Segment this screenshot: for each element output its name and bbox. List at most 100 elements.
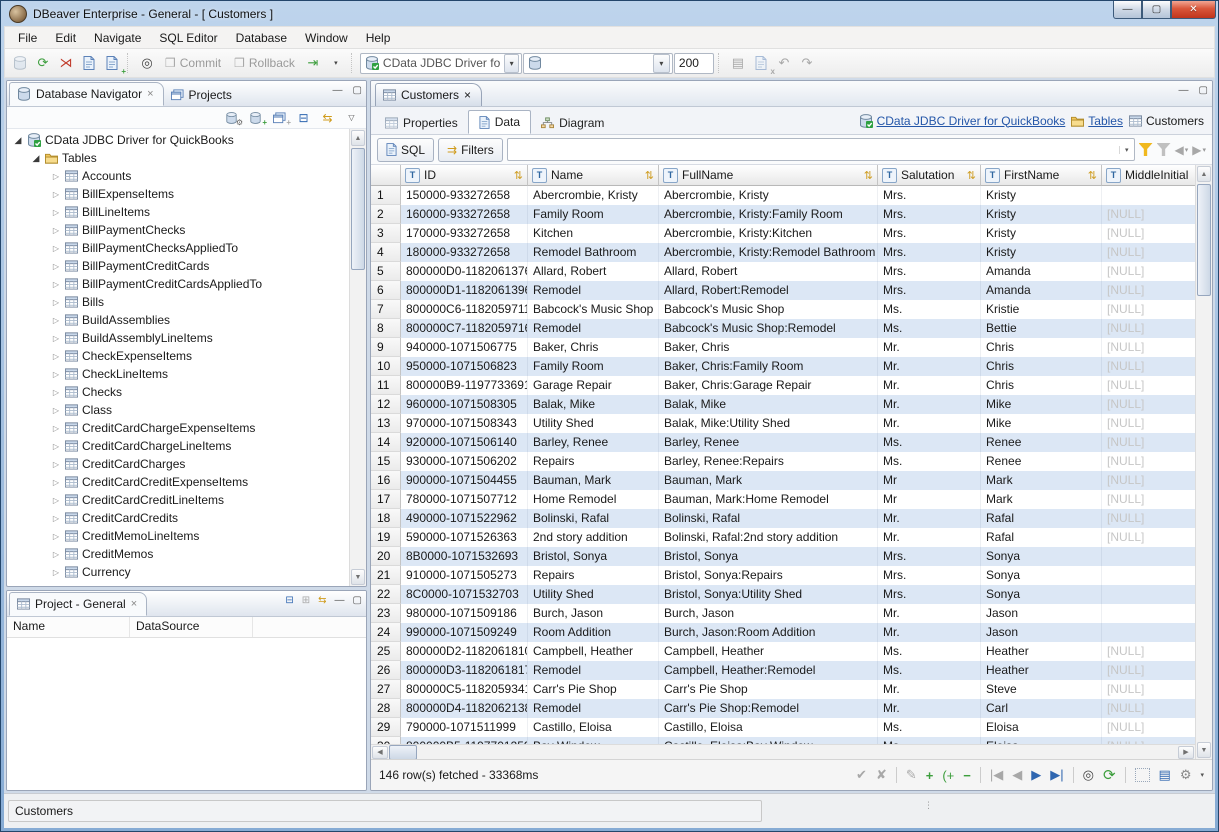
cell-middleinitial[interactable] [1102, 623, 1195, 642]
redo-icon[interactable]: ↷ [796, 52, 818, 74]
tree-node-connection[interactable]: ◢ CData JDBC Driver for QuickBooks [7, 131, 349, 149]
cell-salutation[interactable]: Mr. [878, 604, 981, 623]
tab-database-navigator[interactable]: Database Navigator × [9, 82, 164, 106]
cell-firstname[interactable]: Kristie [981, 300, 1102, 319]
cell-name[interactable]: Utility Shed [528, 585, 659, 604]
tree-node-table[interactable]: ▷ Currency [7, 563, 349, 581]
new-sql-editor-icon[interactable]: + [101, 52, 123, 74]
search-icon[interactable]: ◎ [136, 52, 158, 74]
table-row[interactable]: 9 940000-1071506775 Baker, Chris Baker, … [371, 338, 1195, 357]
tree-node-table[interactable]: ▷ BillPaymentChecksAppliedTo [7, 239, 349, 257]
cell-salutation[interactable]: Mr [878, 490, 981, 509]
cell-fullname[interactable]: Baker, Chris:Family Room [659, 357, 878, 376]
filters-button[interactable]: ⇉ Filters [438, 138, 503, 162]
row-number-cell[interactable]: 12 [371, 395, 401, 414]
cell-id[interactable]: 790000-1071511999 [401, 718, 528, 737]
sort-icon[interactable]: ⇅ [967, 169, 976, 182]
cell-name[interactable]: Remodel [528, 281, 659, 300]
table-row[interactable]: 14 920000-1071506140 Barley, Renee Barle… [371, 433, 1195, 452]
cell-firstname[interactable]: Mike [981, 414, 1102, 433]
cell-id[interactable]: 930000-1071506202 [401, 452, 528, 471]
cell-salutation[interactable]: Mr. [878, 680, 981, 699]
cell-firstname[interactable]: Chris [981, 338, 1102, 357]
tab-customers-editor[interactable]: Customers × [375, 83, 482, 106]
tab-properties[interactable]: Properties [375, 112, 468, 134]
cell-salutation[interactable]: Ms. [878, 319, 981, 338]
cell-salutation[interactable]: Mr. [878, 509, 981, 528]
previous-page-icon[interactable]: ◀ [1012, 767, 1022, 783]
cell-salutation[interactable]: Ms. [878, 737, 981, 744]
edit-cell-icon[interactable]: ✎ [906, 767, 917, 783]
editor-maximize-icon[interactable]: ▢ [1199, 85, 1208, 96]
delete-row-icon[interactable]: − [963, 768, 971, 783]
tree-node-table[interactable]: ▷ CreditMemos [7, 545, 349, 563]
tab-close-icon[interactable]: × [464, 88, 471, 102]
row-number-cell[interactable]: 4 [371, 243, 401, 262]
row-number-cell[interactable]: 18 [371, 509, 401, 528]
cell-fullname[interactable]: Carr's Pie Shop [659, 680, 878, 699]
row-number-cell[interactable]: 3 [371, 224, 401, 243]
cell-middleinitial[interactable]: [NULL] [1102, 718, 1195, 737]
sort-icon[interactable]: ⇅ [864, 169, 873, 182]
expander-icon[interactable]: ◢ [31, 153, 41, 164]
cell-middleinitial[interactable] [1102, 604, 1195, 623]
sort-icon[interactable]: ⇅ [645, 169, 654, 182]
cell-salutation[interactable]: Mrs. [878, 224, 981, 243]
table-row[interactable]: 19 590000-1071526363 2nd story addition … [371, 528, 1195, 547]
table-row[interactable]: 25 800000D2-1182061810 Campbell, Heather… [371, 642, 1195, 661]
menu-item[interactable]: Database [227, 29, 296, 47]
table-row[interactable]: 15 930000-1071506202 Repairs Barley, Ren… [371, 452, 1195, 471]
cell-firstname[interactable]: Kristy [981, 224, 1102, 243]
cell-salutation[interactable]: Mrs. [878, 566, 981, 585]
cell-salutation[interactable]: Mrs. [878, 205, 981, 224]
cell-id[interactable]: 800000C7-1182059716 [401, 319, 528, 338]
cell-firstname[interactable]: Kristy [981, 243, 1102, 262]
cell-firstname[interactable]: Heather [981, 642, 1102, 661]
cell-id[interactable]: 180000-933272658 [401, 243, 528, 262]
tree-node-table[interactable]: ▷ CreditMemoLineItems [7, 527, 349, 545]
collapse-all-icon[interactable]: ⊟ [285, 595, 293, 606]
transaction-mode-icon[interactable]: ⇥ [302, 52, 324, 74]
cell-name[interactable]: Remodel Bathroom [528, 243, 659, 262]
table-row[interactable]: 22 8C0000-1071532703 Utility Shed Bristo… [371, 585, 1195, 604]
history-forward[interactable]: ▶▾ [1192, 143, 1206, 157]
row-number-cell[interactable]: 21 [371, 566, 401, 585]
cell-salutation[interactable]: Mr. [878, 357, 981, 376]
row-number-cell[interactable]: 9 [371, 338, 401, 357]
cell-name[interactable]: Allard, Robert [528, 262, 659, 281]
cell-fullname[interactable]: Balak, Mike [659, 395, 878, 414]
row-number-cell[interactable]: 24 [371, 623, 401, 642]
cell-name[interactable]: Family Room [528, 357, 659, 376]
cell-firstname[interactable]: Amanda [981, 281, 1102, 300]
table-row[interactable]: 18 490000-1071522962 Bolinski, Rafal Bol… [371, 509, 1195, 528]
cell-salutation[interactable]: Ms. [878, 300, 981, 319]
cell-name[interactable]: Balak, Mike [528, 395, 659, 414]
project-column-header[interactable]: DataSource [130, 617, 253, 637]
cell-fullname[interactable]: Bauman, Mark [659, 471, 878, 490]
cell-name[interactable]: Baker, Chris [528, 338, 659, 357]
scrollbar-thumb[interactable] [351, 148, 365, 270]
cell-firstname[interactable]: Sonya [981, 547, 1102, 566]
table-row[interactable]: 11 800000B9-1197733691 Garage Repair Bak… [371, 376, 1195, 395]
filter-combo-arrow-icon[interactable]: ▾ [1119, 146, 1134, 154]
tree-node-table[interactable]: ▷ BillPaymentCreditCards [7, 257, 349, 275]
link-with-editor-icon[interactable]: ⇆ [319, 110, 336, 125]
undo-icon[interactable]: ↶ [773, 52, 795, 74]
expander-icon[interactable]: ▷ [51, 298, 61, 307]
cell-id[interactable]: 780000-1071507712 [401, 490, 528, 509]
row-number-cell[interactable]: 20 [371, 547, 401, 566]
cell-fullname[interactable]: Baker, Chris:Garage Repair [659, 376, 878, 395]
panel-maximize-icon[interactable]: ▢ [353, 595, 362, 606]
cell-id[interactable]: 910000-1071505273 [401, 566, 528, 585]
cell-name[interactable]: Repairs [528, 566, 659, 585]
expander-icon[interactable]: ▷ [51, 424, 61, 433]
cell-name[interactable]: Carr's Pie Shop [528, 680, 659, 699]
expander-icon[interactable]: ▷ [51, 478, 61, 487]
cell-name[interactable]: Remodel [528, 699, 659, 718]
cell-salutation[interactable]: Ms. [878, 718, 981, 737]
row-number-cell[interactable]: 23 [371, 604, 401, 623]
expander-icon[interactable]: ▷ [51, 334, 61, 343]
cell-fullname[interactable]: Babcock's Music Shop:Remodel [659, 319, 878, 338]
result-settings-icon[interactable]: ⚙ [1180, 767, 1192, 783]
editor-minimize-icon[interactable]: — [1179, 85, 1189, 96]
